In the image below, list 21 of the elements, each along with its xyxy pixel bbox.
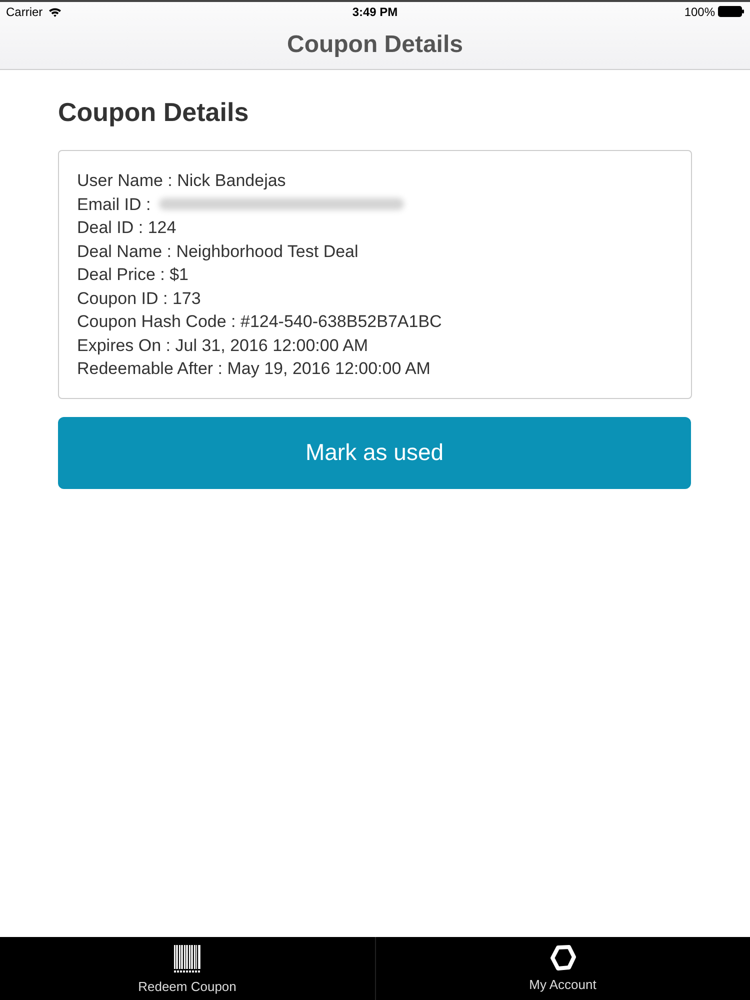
detail-text: Coupon ID : 173 — [77, 288, 202, 310]
wifi-icon — [48, 6, 62, 16]
detail-text: Deal ID : 124 — [77, 217, 178, 239]
barcode-icon — [173, 945, 202, 973]
battery-icon — [718, 6, 744, 17]
detail-text: User Name : Nick Bandejas — [77, 170, 287, 192]
detail-text: Coupon Hash Code : #124-540-638B52B7A1BC — [77, 311, 443, 333]
detail-text: Deal Price : $1 — [77, 264, 190, 286]
detail-text: Deal Name : Neighborhood Test Deal — [77, 240, 360, 262]
hexagon-icon — [550, 945, 576, 971]
mark-as-used-button[interactable]: Mark as used — [58, 416, 691, 488]
carrier-label: Carrier — [6, 4, 43, 20]
detail-text: Expires On : Jul 31, 2016 12:00:00 AM — [77, 334, 370, 356]
detail-label: Email ID : — [77, 194, 151, 216]
detail-text: Redeemable After : May 19, 2016 12:00:00 AM — [77, 358, 432, 380]
tab-bar-item[interactable]: Redeem Coupon — [0, 937, 374, 1000]
page-heading: Coupon Details — [58, 97, 250, 127]
tab-bar-item[interactable]: My Account — [374, 937, 750, 1000]
battery-percent: 100% — [684, 4, 716, 20]
navigation-title: Coupon Details — [286, 30, 463, 60]
status-time: 3:49 PM — [352, 4, 398, 20]
